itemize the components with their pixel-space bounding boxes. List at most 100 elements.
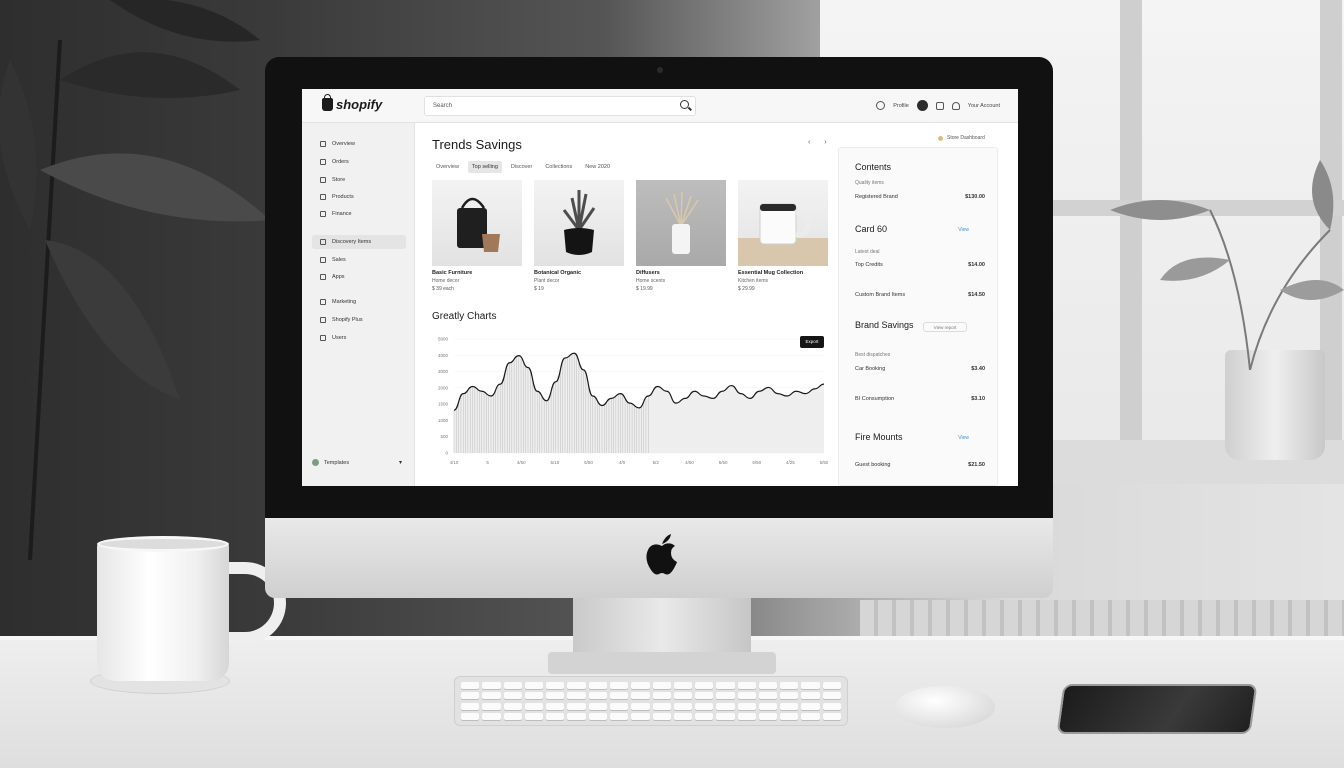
- keyboard-key[interactable]: [801, 682, 820, 689]
- keyboard-key[interactable]: [482, 682, 501, 689]
- panel-header[interactable]: Store Dashboard: [938, 135, 985, 141]
- sidebar-item-products[interactable]: Products: [320, 194, 354, 200]
- keyboard-key[interactable]: [822, 692, 841, 700]
- keyboard-key[interactable]: [588, 702, 607, 710]
- keyboard-key[interactable]: [758, 702, 778, 710]
- pager-arrows[interactable]: ‹ ›: [808, 139, 833, 146]
- keyboard-key[interactable]: [737, 682, 756, 689]
- keyboard-key[interactable]: [758, 682, 778, 689]
- summary-row[interactable]: Registered Brand $130.00: [855, 194, 985, 200]
- keyboard-key[interactable]: [822, 682, 841, 689]
- keyboard-key[interactable]: [631, 712, 650, 720]
- keyboard-key[interactable]: [695, 712, 714, 720]
- sidebar-item-marketing[interactable]: Marketing: [320, 299, 356, 305]
- sidebar-item-apps[interactable]: Apps: [320, 274, 345, 280]
- keyboard-key[interactable]: [673, 682, 693, 689]
- keyboard-key[interactable]: [524, 692, 544, 700]
- keyboard-key[interactable]: [758, 692, 778, 700]
- keyboard-key[interactable]: [652, 692, 671, 700]
- keyboard-key[interactable]: [652, 702, 671, 710]
- keyboard-key[interactable]: [673, 702, 693, 710]
- summary-row[interactable]: Top Credits $14.00: [855, 262, 985, 268]
- keyboard-key[interactable]: [631, 682, 650, 689]
- keyboard-key[interactable]: [780, 682, 799, 689]
- sidebar-item-orders[interactable]: Orders: [320, 159, 349, 165]
- keyboard-key[interactable]: [588, 682, 607, 689]
- help-icon[interactable]: [876, 101, 886, 110]
- keyboard-key[interactable]: [780, 692, 799, 700]
- keyboard-key[interactable]: [461, 712, 480, 720]
- keyboard-key[interactable]: [503, 702, 522, 710]
- keyboard-key[interactable]: [609, 692, 629, 700]
- keyboard-key[interactable]: [780, 702, 799, 710]
- keyboard-key[interactable]: [631, 692, 650, 700]
- product-name[interactable]: Essential Mug Collection: [738, 270, 828, 276]
- product-card[interactable]: Basic Furniture Home decor $ 39 each: [432, 180, 522, 292]
- keyboard-key[interactable]: [780, 712, 799, 720]
- sidebar-templates[interactable]: Templates ▾: [312, 459, 402, 466]
- view-link[interactable]: View: [958, 227, 969, 233]
- keyboard-key[interactable]: [631, 702, 650, 710]
- product-card[interactable]: Botanical Organic Plant decor $ 19: [534, 180, 624, 292]
- keyboard-key[interactable]: [716, 682, 735, 689]
- keyboard-key[interactable]: [482, 702, 501, 710]
- tab-top-selling[interactable]: Top selling: [467, 161, 502, 173]
- keyboard-key[interactable]: [588, 712, 607, 720]
- keyboard-key[interactable]: [461, 702, 480, 710]
- keyboard-key[interactable]: [546, 682, 565, 689]
- keyboard-key[interactable]: [567, 712, 586, 720]
- keyboard-key[interactable]: [716, 712, 735, 720]
- sidebar-item-shopify-plus[interactable]: Shopify Plus: [320, 317, 363, 323]
- keyboard-key[interactable]: [673, 692, 693, 700]
- sidebar-item-users[interactable]: Users: [320, 335, 346, 341]
- product-image[interactable]: [738, 180, 828, 266]
- keyboard-key[interactable]: [801, 692, 820, 700]
- product-name[interactable]: Diffusers: [636, 270, 726, 276]
- sidebar-item-sales[interactable]: Sales: [320, 257, 346, 263]
- keyboard-key[interactable]: [503, 692, 522, 700]
- keyboard-key[interactable]: [524, 712, 544, 720]
- keyboard-key[interactable]: [695, 682, 714, 689]
- product-card[interactable]: Essential Mug Collection Kitchen items $…: [738, 180, 828, 292]
- keyboard-key[interactable]: [567, 692, 586, 700]
- keyboard-key[interactable]: [482, 712, 501, 720]
- summary-row[interactable]: Custom Brand Items $14.50: [855, 292, 985, 298]
- product-name[interactable]: Botanical Organic: [534, 270, 624, 276]
- summary-row[interactable]: Guest booking $21.50: [855, 462, 985, 468]
- product-image[interactable]: [534, 180, 624, 266]
- user-icon[interactable]: [951, 101, 960, 110]
- keyboard-key[interactable]: [609, 682, 629, 689]
- keyboard-key[interactable]: [524, 682, 544, 689]
- keyboard-key[interactable]: [758, 712, 778, 720]
- tab-new[interactable]: New 2020: [581, 161, 614, 173]
- keyboard-key[interactable]: [695, 692, 714, 700]
- mouse[interactable]: [895, 686, 995, 728]
- keyboard-key[interactable]: [461, 692, 480, 700]
- keyboard-key[interactable]: [461, 682, 480, 689]
- keyboard-key[interactable]: [801, 702, 820, 710]
- sidebar-item-discovery[interactable]: Discovery Items: [312, 235, 406, 249]
- keyboard-key[interactable]: [737, 712, 756, 720]
- search-input[interactable]: Search: [424, 96, 696, 116]
- keyboard-key[interactable]: [588, 692, 607, 700]
- notifications-icon[interactable]: [935, 101, 944, 110]
- product-image[interactable]: [636, 180, 726, 266]
- keyboard-key[interactable]: [737, 702, 756, 710]
- keyboard-key[interactable]: [567, 702, 586, 710]
- view-link[interactable]: View: [958, 435, 969, 441]
- product-name[interactable]: Basic Furniture: [432, 270, 522, 276]
- tab-collections[interactable]: Collections: [541, 161, 576, 173]
- summary-row[interactable]: Car Booking $3.40: [855, 366, 985, 372]
- keyboard-key[interactable]: [546, 702, 565, 710]
- keyboard-key[interactable]: [503, 682, 522, 689]
- keyboard-key[interactable]: [503, 712, 522, 720]
- keyboard-key[interactable]: [695, 702, 714, 710]
- product-card[interactable]: Diffusers Home scents $ 19.99: [636, 180, 726, 292]
- keyboard-key[interactable]: [609, 712, 629, 720]
- tab-overview[interactable]: Overview: [432, 161, 463, 173]
- sidebar-item-store[interactable]: Store: [320, 177, 345, 183]
- sidebar-item-overview[interactable]: Overview: [320, 141, 355, 147]
- product-image[interactable]: [432, 180, 522, 266]
- export-button[interactable]: Export: [800, 336, 824, 348]
- profile-label[interactable]: Profile: [893, 103, 909, 109]
